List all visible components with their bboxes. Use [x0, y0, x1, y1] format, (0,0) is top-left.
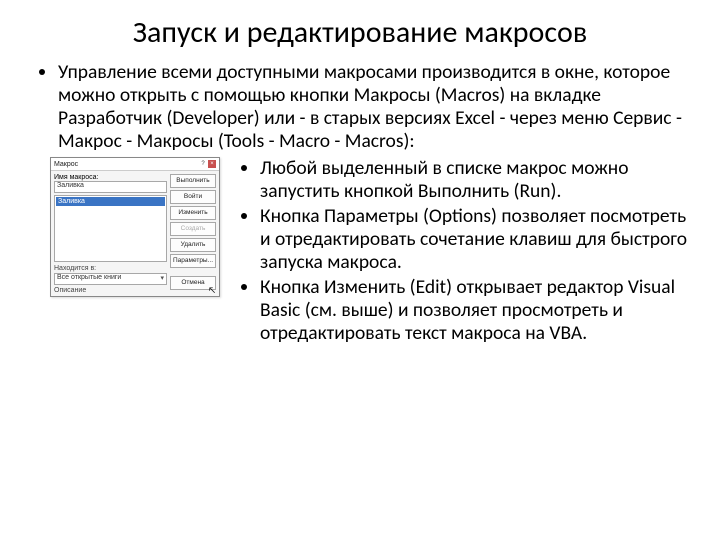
close-icon[interactable]: × [208, 160, 216, 168]
location-label: Находится в: [54, 265, 167, 272]
name-label: Имя макроса: [54, 174, 167, 181]
edit-button[interactable]: Изменить [170, 206, 216, 220]
list-item: Кнопка Изменить (Edit) открывает редакто… [260, 276, 690, 345]
list-item: Кнопка Параметры (Options) позволяет пос… [260, 205, 690, 274]
options-button[interactable]: Параметры... [170, 254, 216, 268]
step-button[interactable]: Войти [170, 190, 216, 204]
dialog-titlebar: Макрос ? × [51, 158, 219, 171]
help-icon[interactable]: ? [199, 160, 207, 168]
location-select[interactable]: Все открытые книги [54, 273, 167, 285]
macro-list[interactable]: Заливка [54, 195, 167, 262]
list-item: Любой выделенный в списке макрос можно з… [260, 157, 690, 203]
details-list: Любой выделенный в списке макрос можно з… [234, 157, 690, 345]
run-button[interactable]: Выполнить [170, 174, 216, 188]
intro-list: Управление всеми доступными макросами пр… [30, 61, 690, 153]
intro-item: Управление всеми доступными макросами пр… [58, 61, 690, 153]
description-label: Описание [54, 287, 167, 294]
delete-button[interactable]: Удалить [170, 238, 216, 252]
create-button: Создать [170, 222, 216, 236]
page-title: Запуск и редактирование макросов [30, 14, 690, 51]
macro-dialog: Макрос ? × Имя макроса: Заливка Заливка … [50, 157, 220, 297]
dialog-title-text: Макрос [54, 161, 198, 168]
list-item[interactable]: Заливка [56, 197, 165, 206]
macro-name-input[interactable]: Заливка [54, 181, 167, 193]
